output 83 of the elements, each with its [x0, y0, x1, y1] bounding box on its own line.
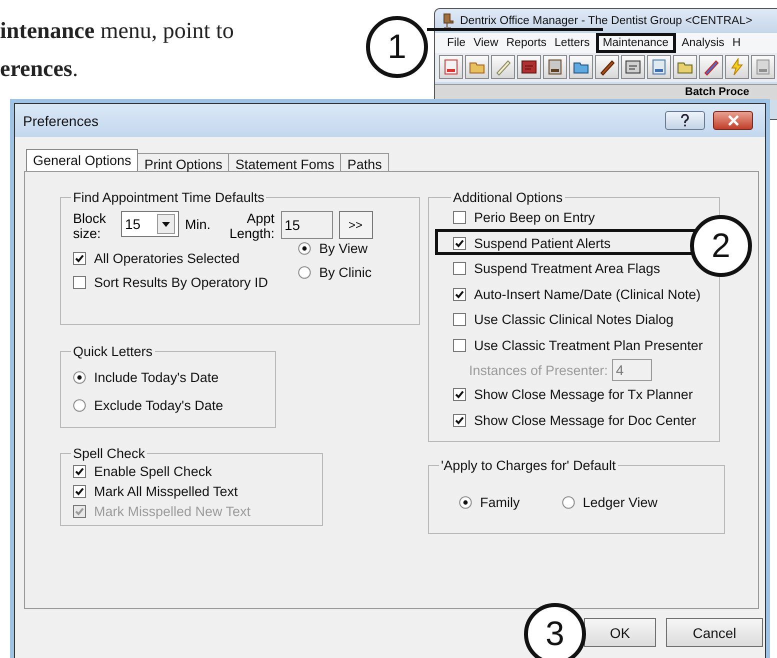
cancel-button[interactable]: Cancel [666, 618, 763, 647]
instruction-text: intenance menu, point to [0, 17, 234, 45]
tab[interactable]: Print Options [137, 153, 230, 171]
checkbox-label: Auto-Insert Name/Date (Clinical Note) [474, 286, 701, 302]
checkbox-label: Use Classic Clinical Notes Dialog [474, 312, 674, 328]
checkbox[interactable] [453, 236, 466, 250]
field-label: Block size: [73, 211, 108, 241]
radio-label: Include Today's Date [94, 370, 219, 384]
checkbox-label: Enable Spell Check [94, 464, 212, 478]
checkbox[interactable] [453, 313, 466, 326]
box-icon [754, 58, 772, 76]
radio-button[interactable] [298, 242, 312, 254]
group-title: Spell Check [72, 446, 146, 461]
menu-item[interactable]: View [470, 36, 502, 50]
menu-item[interactable]: Analysis [678, 36, 728, 50]
checkbox[interactable] [73, 464, 86, 478]
toolbar-button[interactable] [517, 55, 541, 79]
checkbox[interactable] [453, 338, 466, 352]
checkbox-label: Sort Results By Operatory ID [94, 274, 268, 290]
close-icon [728, 115, 738, 126]
checkbox-label: Show Close Message for Tx Planner [474, 387, 693, 402]
checkbox[interactable] [73, 276, 86, 288]
radio-button[interactable] [73, 398, 86, 412]
checkbox-label: Suspend Patient Alerts [474, 236, 611, 251]
field-label: Instances of Presenter: [469, 362, 608, 378]
caret-icon [162, 222, 170, 226]
checkbox-label: Show Close Message for Doc Center [474, 412, 696, 428]
window-title: Dentrix Office Manager - The Dentist Group <CENTRAL> [460, 15, 752, 27]
checkbox[interactable] [73, 252, 86, 264]
radio-button[interactable] [73, 370, 86, 384]
question-mark-icon [680, 114, 690, 127]
menu-item[interactable]: H [728, 36, 745, 50]
checkbox-label: Perio Beep on Entry [474, 210, 595, 226]
menu-item[interactable]: Reports [502, 36, 551, 50]
toolbar-button[interactable] [595, 55, 619, 79]
tab[interactable]: Statement Foms [228, 153, 342, 171]
radio-label: By Clinic [319, 264, 372, 280]
lightning-icon [728, 58, 746, 76]
checkbox[interactable] [453, 211, 466, 224]
input-field[interactable]: 15 [280, 211, 333, 239]
dialog-title: Preferences [23, 112, 100, 128]
unit-label: Min. [185, 216, 211, 232]
toolbar-button[interactable] [569, 55, 593, 79]
group-title: Quick Letters [72, 344, 154, 359]
help-button[interactable] [665, 111, 705, 130]
checkbox-label: Use Classic Treatment Plan Presenter [474, 338, 703, 353]
radio-button[interactable] [459, 496, 472, 508]
checkbox[interactable] [453, 262, 466, 276]
checkbox[interactable] [453, 414, 466, 427]
toolbar-button[interactable] [543, 55, 567, 79]
radio-label: Family [480, 494, 520, 510]
checkbox-label: Suspend Treatment Area Flags [474, 261, 660, 276]
instruction-text: erences. [0, 55, 80, 83]
menu-item[interactable]: Maintenance [598, 36, 673, 50]
group-title: Additional Options [452, 190, 564, 205]
radio-label: Exclude Today's Date [94, 398, 224, 412]
more-button[interactable]: >> [338, 211, 373, 239]
chair-icon [441, 13, 455, 29]
menu-item[interactable]: Letters [550, 36, 594, 50]
checkbox-label: All Operatories Selected [94, 250, 240, 266]
checkbox[interactable] [453, 288, 466, 301]
toolbar-button[interactable] [621, 55, 645, 79]
toolbar-button[interactable] [673, 55, 697, 79]
close-button[interactable] [713, 111, 753, 130]
ok-button[interactable]: OK [584, 618, 656, 647]
radio-label: Ledger View [582, 494, 658, 510]
radio-label: By View [319, 240, 368, 256]
checkbox[interactable] [453, 388, 466, 402]
radio-button[interactable] [562, 496, 575, 508]
radio-button[interactable] [298, 266, 312, 278]
checkbox-label: Mark All Misspelled Text [94, 484, 238, 498]
group-title: 'Apply to Charges for' Default [440, 458, 617, 473]
menu-item[interactable]: File [443, 36, 470, 50]
tab[interactable]: Paths [340, 153, 389, 171]
checkbox[interactable] [73, 484, 86, 498]
tab[interactable]: General Options [26, 149, 138, 171]
group-title: Find Appointment Time Defaults [72, 190, 266, 205]
toolbar-button[interactable] [699, 55, 723, 79]
dropdown[interactable]: 15 [121, 211, 179, 237]
field-label: Appt Length: [228, 211, 275, 241]
callout-number: 1 [366, 16, 428, 78]
checkbox-label: Mark Misspelled New Text [94, 504, 251, 518]
panel-header: Batch Proce [435, 84, 777, 100]
